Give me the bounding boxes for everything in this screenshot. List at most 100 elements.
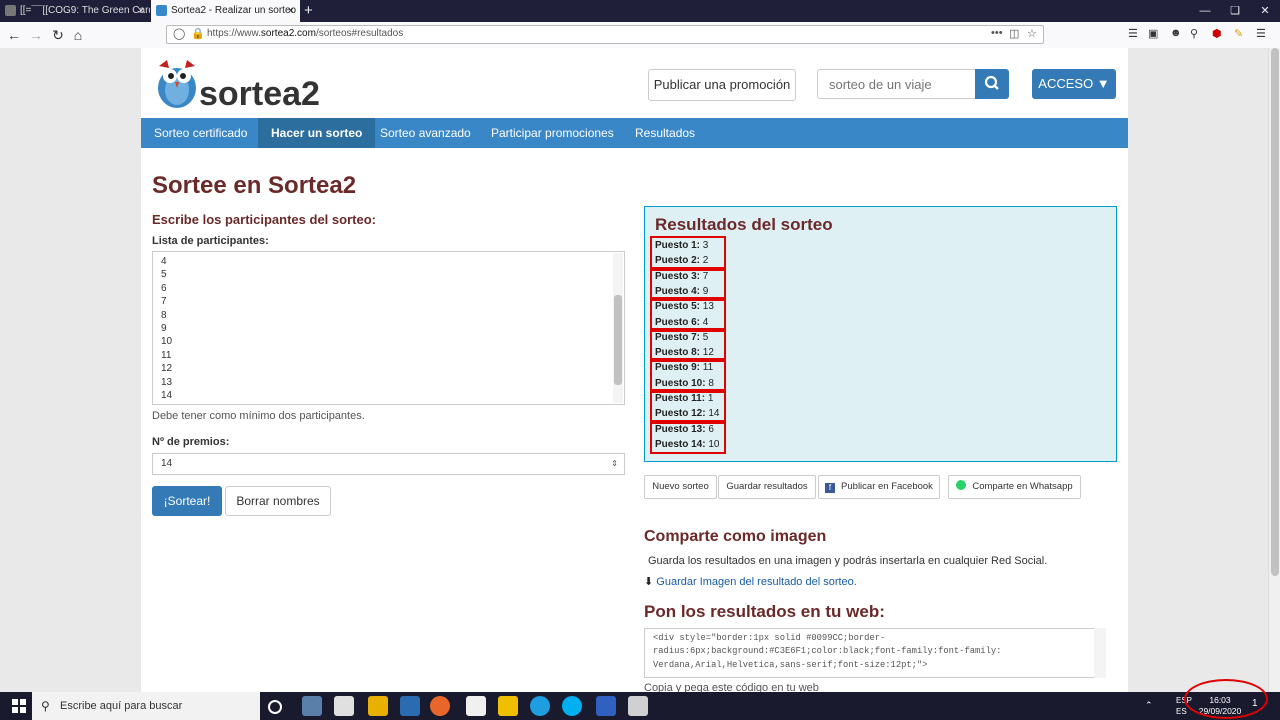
activity-app-icon[interactable] (498, 696, 518, 716)
tab-close-icon[interactable]: × (138, 0, 144, 22)
result-row: Puesto 1: 3 (655, 238, 708, 253)
page-scroll-thumb[interactable] (1271, 48, 1279, 576)
menu-item-resultados[interactable]: Resultados (622, 118, 708, 148)
code-scrollbar[interactable] (1094, 628, 1106, 678)
file-explorer-icon[interactable] (368, 696, 388, 716)
url-bar[interactable]: ◯ 🔒 https://www.sortea2.com/sorteos#resu… (166, 25, 1044, 44)
back-arrow-icon[interactable]: ← (4, 25, 24, 45)
home-icon[interactable]: ⌂ (68, 25, 88, 45)
result-value: 9 (702, 285, 709, 297)
store-icon[interactable] (334, 696, 354, 716)
url-text[interactable]: https://www.sortea2.com/sorteos#resultad… (207, 28, 403, 39)
participants-textarea[interactable]: 4 5 6 7 8 9 10 11 12 13 14 (152, 251, 625, 405)
spinner-arrows-icon[interactable]: ⇕ (611, 454, 618, 474)
task-view-icon[interactable] (302, 696, 322, 716)
main-menu: Sorteo certificado Hacer un sorteo Sorte… (141, 118, 1128, 148)
embed-code-textarea[interactable]: <div style="border:1px solid #0099CC;bor… (644, 628, 1106, 678)
menu-hamburger-icon[interactable]: ☰ (1256, 27, 1266, 40)
participant-line: 14 (161, 390, 173, 402)
participant-line: 10 (161, 336, 173, 348)
menu-item-participar-promociones[interactable]: Participar promociones (478, 118, 627, 148)
menu-item-hacer-sorteo[interactable]: Hacer un sorteo (258, 118, 376, 148)
nuevo-sorteo-button[interactable]: Nuevo sorteo (644, 475, 717, 499)
cortana-icon[interactable] (268, 700, 282, 714)
sortea2-owl-logo-icon[interactable] (153, 58, 203, 110)
result-position-label: Puesto 12: (655, 408, 706, 420)
word-icon[interactable] (596, 696, 616, 716)
pocket-icon[interactable]: ◫ (1009, 27, 1019, 40)
notepad-icon[interactable] (466, 696, 486, 716)
result-position-label: Puesto 5: (655, 301, 701, 313)
app-window-icon[interactable] (628, 696, 648, 716)
reload-icon[interactable]: ↻ (48, 25, 68, 45)
menu-item-sorteo-certificado[interactable]: Sorteo certificado (141, 118, 260, 148)
facebook-button[interactable]: f Publicar en Facebook (818, 475, 940, 499)
result-row: Puesto 9: 11 (655, 360, 713, 375)
menu-item-sorteo-avanzado[interactable]: Sorteo avanzado (367, 118, 484, 148)
acceso-button[interactable]: ACCESO ▼ (1032, 69, 1116, 99)
maximize-button[interactable]: ❏ (1220, 0, 1250, 22)
bookmark-star-icon[interactable]: ☆ (1027, 27, 1037, 40)
search-button[interactable] (975, 69, 1009, 99)
whatsapp-button-label: Comparte en Whatsapp (972, 481, 1073, 492)
forward-arrow-icon[interactable]: → (26, 25, 46, 45)
download-icon: ⬇ (644, 576, 654, 588)
result-value: 10 (708, 438, 720, 450)
facebook-button-label: Publicar en Facebook (841, 481, 933, 492)
account-icon[interactable]: ☻ (1170, 27, 1182, 39)
participant-line: 8 (161, 309, 167, 321)
minimize-button[interactable]: — (1190, 0, 1220, 22)
save-image-link-text[interactable]: Guardar Imagen del resultado del sorteo. (656, 576, 857, 588)
firefox-icon[interactable] (430, 696, 450, 716)
shield-icon[interactable]: ◯ (173, 27, 185, 40)
save-image-link[interactable]: ⬇ Guardar Imagen del resultado del sorte… (644, 575, 857, 588)
result-value: 11 (702, 362, 714, 374)
result-position-label: Puesto 14: (655, 438, 706, 450)
tab-close-icon[interactable]: × (288, 0, 294, 22)
whatsapp-button[interactable]: Comparte en Whatsapp (948, 475, 1081, 499)
participants-lines: 4 5 6 7 8 9 10 11 12 13 14 (161, 255, 172, 402)
new-tab-button[interactable]: + (304, 0, 313, 22)
result-value: 5 (702, 331, 709, 343)
publish-promotion-button[interactable]: Publicar una promoción (648, 69, 796, 101)
page-actions-icon[interactable]: ••• (991, 27, 1003, 39)
adblock-icon[interactable]: ⬢ (1212, 27, 1222, 40)
zoom-icon[interactable]: ⚲ (1190, 27, 1198, 40)
result-value: 7 (702, 270, 709, 282)
result-position-label: Puesto 1: (655, 240, 701, 251)
participant-line: 11 (161, 349, 172, 361)
result-value: 1 (707, 393, 714, 404)
mail-icon[interactable] (400, 696, 420, 716)
skype-icon[interactable] (562, 696, 582, 716)
edge-icon[interactable] (530, 696, 550, 716)
textarea-scrollbar[interactable] (613, 253, 623, 403)
tray-chevron-icon[interactable]: ⌃ (1145, 700, 1153, 711)
tab-cog9[interactable]: [[=¯¯[[COG9: The Green Card P × (0, 0, 150, 22)
result-position-label: Puesto 2: (655, 255, 701, 267)
participant-line: 5 (161, 269, 167, 281)
textarea-scroll-thumb[interactable] (614, 295, 622, 385)
library-icon[interactable]: ☰ (1128, 27, 1138, 40)
borrar-nombres-button[interactable]: Borrar nombres (225, 486, 331, 516)
premios-number-input[interactable]: 14 ⇕ (152, 453, 625, 475)
taskbar-search-box[interactable]: ⚲ Escribe aquí para buscar (32, 692, 260, 720)
search-input[interactable] (817, 69, 975, 99)
premios-value: 14 (161, 458, 173, 469)
close-window-button[interactable]: ✕ (1250, 0, 1280, 22)
page-scrollbar[interactable] (1268, 48, 1280, 692)
guardar-resultados-button[interactable]: Guardar resultados (718, 475, 816, 499)
sidebar-icon[interactable]: ▣ (1148, 27, 1158, 40)
participant-line: 13 (161, 376, 173, 388)
result-position-label: Puesto 4: (655, 285, 701, 297)
participant-line: 6 (161, 282, 167, 294)
result-value: 6 (708, 423, 714, 435)
participant-line: 9 (161, 323, 167, 335)
tab-sortea2[interactable]: Sortea2 - Realizar un sorteo × (151, 0, 300, 22)
embed-hint: Copia y pega este código en tu web (644, 682, 819, 692)
browser-tab-bar: [[=¯¯[[COG9: The Green Card P × Sortea2 … (0, 0, 1280, 22)
logo-text[interactable]: sortea2 (199, 75, 320, 114)
extension-icon[interactable]: ✎ (1234, 27, 1243, 40)
red-annotation-circle (1184, 679, 1268, 719)
sortear-button[interactable]: ¡Sortear! (152, 486, 222, 516)
windows-start-icon[interactable] (12, 699, 26, 713)
